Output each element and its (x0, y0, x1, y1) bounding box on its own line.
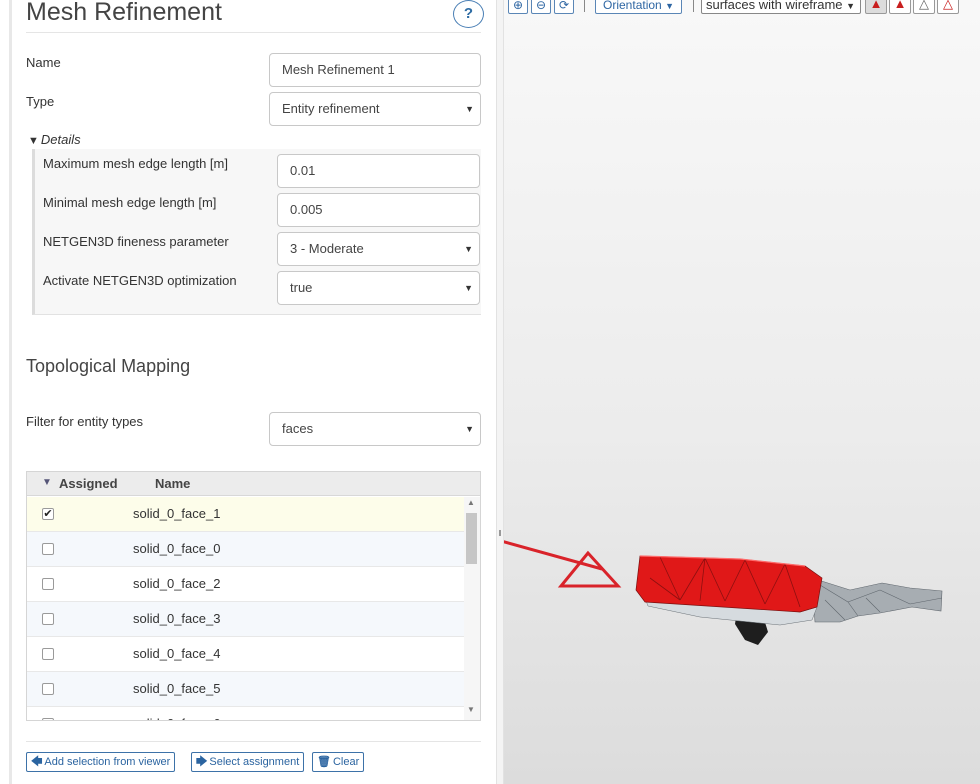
type-select[interactable]: Entity refinement ▼ (269, 92, 481, 126)
type-select-value: Entity refinement (282, 101, 380, 116)
scrollbar-thumb[interactable] (466, 513, 477, 564)
3d-viewer[interactable]: ⊕ ⊖ ⟳ Orientation ▼ surfaces with wirefr… (504, 0, 980, 784)
chevron-down-icon: ▼ (465, 424, 474, 434)
splitter-grip-icon (499, 530, 501, 536)
title-divider (26, 32, 481, 33)
entity-name: solid_0_face_4 (133, 646, 221, 661)
assigned-checkbox[interactable] (42, 718, 54, 720)
entity-name: solid_0_face_1 (133, 506, 221, 521)
table-row[interactable]: ✔ solid_0_face_1 (27, 497, 464, 532)
fineness-select[interactable]: 3 - Moderate ▼ (277, 232, 480, 266)
assigned-checkbox[interactable] (42, 648, 54, 660)
add-selection-label: Add selection from viewer (44, 756, 171, 768)
max-edge-label: Maximum mesh edge length [m] (43, 156, 228, 171)
sort-desc-icon[interactable]: ▼ (42, 477, 52, 488)
filter-select-value: faces (282, 421, 314, 436)
panel-title: Mesh Refinement (26, 0, 222, 26)
max-edge-input[interactable]: 0.01 (277, 154, 480, 188)
panel-splitter[interactable] (496, 0, 504, 784)
assigned-column-header[interactable]: Assigned (59, 476, 118, 491)
refinement-panel: Mesh Refinement ? Name Mesh Refinement 1… (0, 0, 498, 784)
model-canvas[interactable] (504, 0, 980, 784)
table-row[interactable]: solid_0_face_5 (27, 672, 464, 707)
help-button[interactable]: ? (453, 0, 484, 28)
optimization-select[interactable]: true ▼ (277, 271, 480, 305)
select-assignment-button[interactable]: 🡆 Select assignment (191, 752, 305, 772)
entity-name: solid_0_face_3 (133, 611, 221, 626)
entity-name: solid_0_face_5 (133, 681, 221, 696)
name-column-header[interactable]: Name (155, 476, 190, 491)
actions-divider (26, 741, 481, 742)
select-assignment-label: Select assignment (209, 756, 300, 768)
fineness-select-value: 3 - Moderate (290, 241, 364, 256)
chevron-down-icon: ▼ (464, 283, 473, 293)
name-input[interactable]: Mesh Refinement 1 (269, 53, 481, 87)
scroll-down-icon[interactable]: ▼ (467, 705, 475, 714)
assigned-checkbox[interactable] (42, 578, 54, 590)
entity-name: solid_0_face_2 (133, 576, 221, 591)
optimization-label: Activate NETGEN3D optimization (43, 273, 237, 288)
assigned-checkbox[interactable] (42, 543, 54, 555)
type-label: Type (26, 94, 55, 109)
chevron-down-icon: ▼ (465, 104, 474, 114)
grid-body: ✔ solid_0_face_1 solid_0_face_0 solid_0_fac… (27, 497, 464, 720)
clear-button[interactable]: 🗑 Clear (312, 752, 365, 772)
clear-label: Clear (332, 756, 360, 768)
entity-name: solid_0_face_0 (133, 541, 221, 556)
filter-select[interactable]: faces ▼ (269, 412, 481, 446)
collapse-triangle-icon: ▼ (28, 135, 39, 147)
chevron-down-icon: ▼ (464, 244, 473, 254)
add-selection-button[interactable]: 🡄 Add selection from viewer (26, 752, 176, 772)
entity-name: solid_0_face_6 (133, 716, 220, 720)
table-row[interactable]: solid_0_face_6 (27, 707, 464, 720)
table-row[interactable]: solid_0_face_4 (27, 637, 464, 672)
entity-grid: ▼ Assigned Name ✔ solid_0_face_1 solid_0_f… (26, 471, 481, 721)
min-edge-input[interactable]: 0.005 (277, 193, 480, 227)
mesh-model (635, 555, 943, 645)
assigned-checkbox[interactable]: ✔ (42, 508, 54, 520)
assigned-checkbox[interactable] (42, 613, 54, 625)
arrow-left-icon: 🡄 (31, 756, 43, 768)
table-row[interactable]: solid_0_face_2 (27, 567, 464, 602)
scroll-up-icon[interactable]: ▲ (467, 498, 475, 507)
grid-header: ▼ Assigned Name (27, 472, 480, 496)
name-label: Name (26, 55, 61, 70)
assigned-checkbox[interactable] (42, 683, 54, 695)
grid-scrollbar[interactable]: ▲ ▼ (464, 497, 480, 720)
details-toggle[interactable]: ▼ Details (28, 132, 81, 147)
optimization-select-value: true (290, 280, 313, 295)
panel-edge (9, 0, 12, 784)
table-row[interactable]: solid_0_face_3 (27, 602, 464, 637)
fineness-label: NETGEN3D fineness parameter (43, 234, 229, 249)
trash-icon: 🗑 (317, 756, 331, 768)
pointer-annotation (504, 540, 622, 588)
table-row[interactable]: solid_0_face_0 (27, 532, 464, 567)
topological-mapping-title: Topological Mapping (26, 356, 191, 376)
filter-label: Filter for entity types (26, 414, 144, 429)
min-edge-label: Minimal mesh edge length [m] (43, 195, 217, 210)
arrow-right-icon: 🡆 (196, 756, 208, 768)
details-label: Details (40, 132, 81, 147)
